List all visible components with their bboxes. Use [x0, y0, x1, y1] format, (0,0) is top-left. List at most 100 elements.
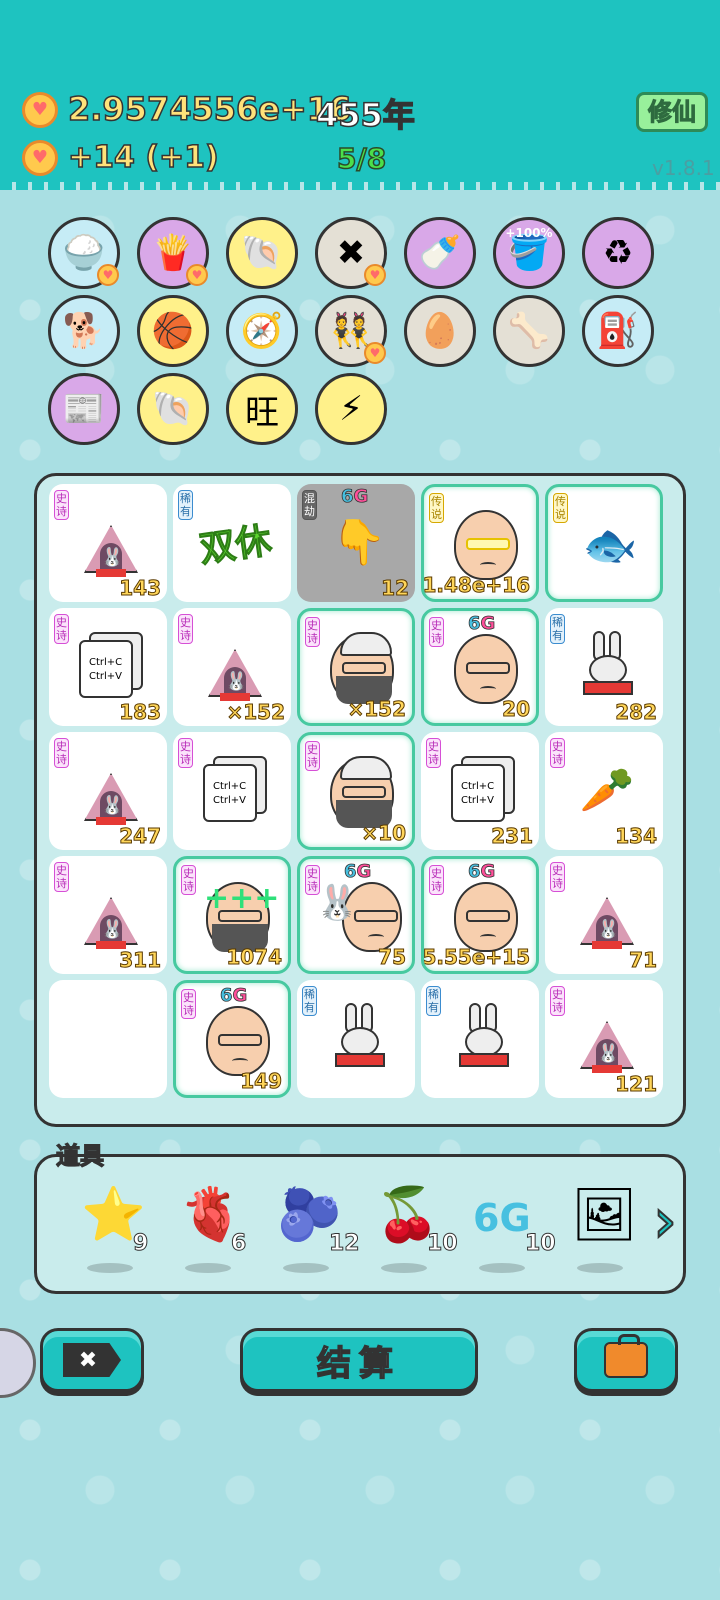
- board-cell[interactable]: 史诗 🥕 134: [545, 732, 663, 850]
- board-cell[interactable]: 史诗 🐰 ×152: [173, 608, 291, 726]
- board-cell[interactable]: 史诗 🐰 121: [545, 980, 663, 1098]
- basketballs-icon[interactable]: 🏀: [137, 295, 209, 367]
- compass-icon[interactable]: 🧭: [226, 295, 298, 367]
- rarity-tag: 稀有: [550, 614, 565, 644]
- dog-bowl-icon-glyph: 🦴: [507, 311, 551, 351]
- board-cell[interactable]: 史诗 6G 🐰 75: [297, 856, 415, 974]
- rarity-tag: 史诗: [305, 617, 320, 647]
- wang-characters-icon[interactable]: 旺: [226, 373, 298, 445]
- board-cell[interactable]: 史诗 +++ 1074: [173, 856, 291, 974]
- rarity-tag: 史诗: [178, 614, 193, 644]
- item-count: 183: [119, 700, 162, 725]
- star-tool[interactable]: ⭐ 9: [75, 1185, 155, 1273]
- income-value: +14 (+1): [67, 139, 219, 176]
- board-cell[interactable]: 稀有: [297, 980, 415, 1098]
- tool-shadow: [87, 1263, 133, 1273]
- delete-tag-icon: ✖: [63, 1343, 121, 1377]
- breast-pump-icon[interactable]: 🍼: [404, 217, 476, 289]
- shell-icon-glyph: 🐚: [240, 233, 284, 273]
- copy-paste-icon: Ctrl+C Ctrl+V: [71, 626, 151, 706]
- board-cell[interactable]: 稀有 282: [545, 608, 663, 726]
- recycle-icon[interactable]: ♻: [582, 217, 654, 289]
- fries-icon[interactable]: 🍟 ♥: [137, 217, 209, 289]
- rarity-tag: 史诗: [181, 989, 196, 1019]
- item-count: 143: [119, 576, 162, 601]
- shell-icon-glyph: 🐚: [151, 389, 195, 429]
- board-cell[interactable]: 史诗 🐰 311: [49, 856, 167, 974]
- lychee-tool[interactable]: 🍒 10: [369, 1185, 458, 1273]
- egg-tray-icon[interactable]: 🥚: [404, 295, 476, 367]
- tool-count: 6: [230, 1231, 247, 1257]
- copy-paste-icon: Ctrl+C Ctrl+V: [195, 750, 275, 830]
- bag-button[interactable]: [574, 1328, 678, 1392]
- rarity-tag: 史诗: [550, 986, 565, 1016]
- settle-label: 结算: [316, 1343, 401, 1385]
- board-cell[interactable]: 稀有 双休: [173, 484, 291, 602]
- top-status-bar: ♥ 2.9574556e+16 455年 ♥ +14 (+1) 5/8 修仙 v…: [0, 0, 720, 190]
- shuangxiu-text: 双休: [196, 520, 274, 572]
- rarity-tag: 史诗: [181, 865, 196, 895]
- dog-bowl-icon[interactable]: 🦴: [493, 295, 565, 367]
- board-cell[interactable]: 史诗 🐰 71: [545, 856, 663, 974]
- board-cell[interactable]: 史诗 6G 5.55e+15: [421, 856, 539, 974]
- item-count: 12: [381, 576, 410, 601]
- item-count: 20: [502, 697, 531, 722]
- settle-button[interactable]: 结算: [240, 1328, 478, 1392]
- stage-progress: 5/8: [336, 141, 387, 176]
- board-cell[interactable]: 传说 1.48e+16: [421, 484, 539, 602]
- income-coin-icon: ♥: [22, 140, 58, 176]
- board-cell[interactable]: 史诗 ×10: [297, 732, 415, 850]
- item-count: 311: [119, 948, 162, 973]
- heart-badge-icon: ♥: [186, 264, 208, 286]
- next-arrow-icon[interactable]: ›: [652, 1190, 689, 1255]
- delete-tag-icon-glyph: ✖: [336, 233, 366, 273]
- item-count: 282: [615, 700, 658, 725]
- heart-badge-icon: ♥: [364, 264, 386, 286]
- upgrade-icons-grid: 🍚 ♥ 🍟 ♥ 🐚 ✖ ♥ 🍼 🪣 +100% ♻ 🐕 🏀 🧭 👯 ♥ 🥚 🦴 ⛽ 📰 🐚 旺 ⚡: [0, 205, 720, 455]
- twins-icon[interactable]: 👯 ♥: [315, 295, 387, 367]
- delete-button[interactable]: ✖: [40, 1328, 144, 1392]
- item-count: 75: [378, 945, 407, 970]
- shell-icon[interactable]: 🐚: [137, 373, 209, 445]
- delete-tag-icon[interactable]: ✖ ♥: [315, 217, 387, 289]
- tool-count: 9: [132, 1231, 149, 1257]
- item-count: ×10: [361, 821, 407, 846]
- portrait-tool[interactable]: 🖼: [565, 1185, 645, 1273]
- lightning-icon-glyph: ⚡: [339, 389, 363, 429]
- board-cell[interactable]: 史诗 Ctrl+C Ctrl+V 231: [421, 732, 539, 850]
- rarity-tag: 传说: [553, 493, 568, 523]
- 6g-tool-icon: 6G: [473, 1196, 531, 1240]
- item-count: ×152: [226, 700, 286, 725]
- board-cell[interactable]: 史诗 6G 149: [173, 980, 291, 1098]
- board-cell[interactable]: 传说 🐟: [545, 484, 663, 602]
- board-cell[interactable]: 史诗 🐰 143: [49, 484, 167, 602]
- cultivate-button[interactable]: 修仙: [636, 92, 708, 132]
- board-cell[interactable]: 史诗 Ctrl+C Ctrl+V: [173, 732, 291, 850]
- board-cell[interactable]: 史诗 ×152: [297, 608, 415, 726]
- years-value: 455年: [315, 95, 415, 135]
- air-pump-icon[interactable]: ⛽: [582, 295, 654, 367]
- header-divider: [0, 182, 720, 190]
- liver-tool[interactable]: 🫀 6: [173, 1185, 253, 1273]
- board-cell[interactable]: [49, 980, 167, 1098]
- tools-bar: › ⭐ 9 🫀 6 🫐 12 🍒 10 6G 10 🖼: [34, 1154, 686, 1294]
- rice-bowl-icon[interactable]: 🍚 ♥: [48, 217, 120, 289]
- item-count: 1.48e+16: [422, 573, 530, 598]
- board-cell[interactable]: 稀有: [421, 980, 539, 1098]
- lightning-icon[interactable]: ⚡: [315, 373, 387, 445]
- recycle-icon-glyph: ♻: [602, 233, 634, 273]
- 6g-tool[interactable]: 6G 10: [467, 1185, 556, 1273]
- cool-dog-icon[interactable]: 🐕: [48, 295, 120, 367]
- board-cell[interactable]: 混劫 6G 👇 12: [297, 484, 415, 602]
- breast-pump-icon-glyph: 🍼: [418, 233, 462, 273]
- item-count: 231: [491, 824, 534, 849]
- bucket-bonus-icon[interactable]: 🪣 +100%: [493, 217, 565, 289]
- board-cell[interactable]: 史诗 🐰 247: [49, 732, 167, 850]
- time-magazine-icon[interactable]: 📰: [48, 373, 120, 445]
- rarity-tag: 史诗: [429, 865, 444, 895]
- copy-paste-text: Ctrl+C Ctrl+V: [79, 640, 133, 698]
- shell-icon[interactable]: 🐚: [226, 217, 298, 289]
- board-cell[interactable]: 史诗 Ctrl+C Ctrl+V 183: [49, 608, 167, 726]
- board-cell[interactable]: 史诗 6G 20: [421, 608, 539, 726]
- blueberry-tool[interactable]: 🫐 12: [271, 1185, 360, 1273]
